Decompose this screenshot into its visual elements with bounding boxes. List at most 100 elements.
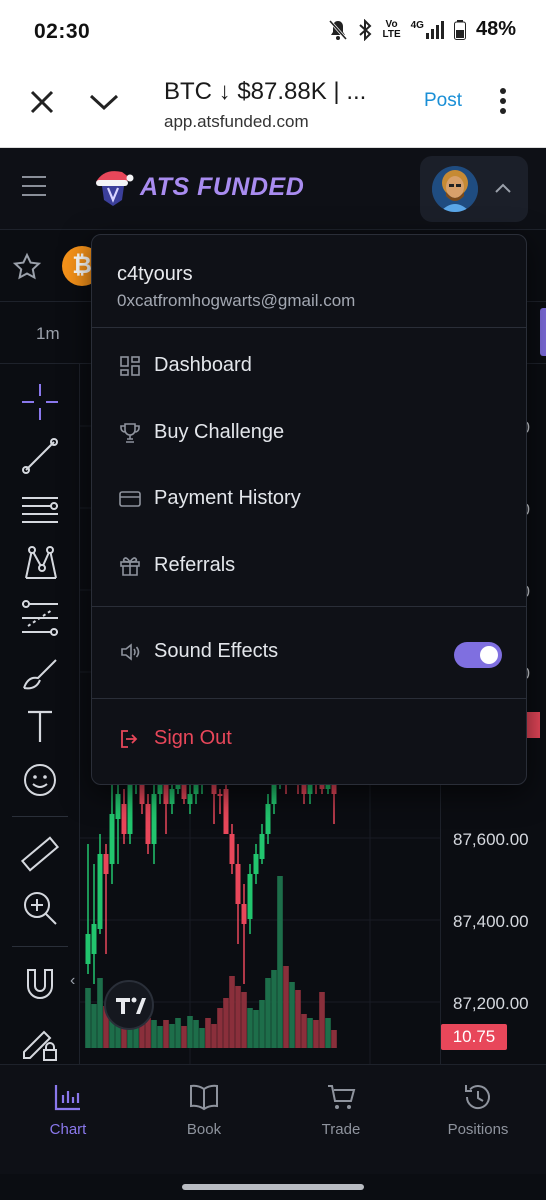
- collapse-toolbar-icon[interactable]: ‹: [70, 972, 75, 990]
- user-menu-button[interactable]: [420, 156, 528, 222]
- sound-effects-row[interactable]: Sound Effects: [92, 624, 526, 680]
- candle-body: [91, 924, 97, 954]
- crosshair-icon[interactable]: [18, 380, 62, 424]
- mute-bell-icon: [329, 19, 348, 40]
- ruler-icon[interactable]: [18, 832, 62, 876]
- volume-bar: [205, 1018, 211, 1048]
- brush-icon[interactable]: [18, 650, 62, 694]
- fib-lines-icon[interactable]: [18, 488, 62, 532]
- page-title: BTC ↓ $87.88K | ...: [164, 78, 367, 105]
- candle-body: [193, 784, 199, 794]
- tradingview-logo-icon[interactable]: [104, 980, 154, 1030]
- gesture-home-bar[interactable]: [182, 1184, 364, 1190]
- chevron-down-icon[interactable]: [88, 92, 120, 112]
- nav-trade-label: Trade: [321, 1121, 361, 1138]
- drawing-toolbar: [0, 364, 80, 1064]
- menu-item-dashboard[interactable]: Dashboard: [92, 338, 526, 394]
- volume-bar: [91, 1004, 97, 1048]
- timeframe-selector[interactable]: 1m: [36, 324, 60, 344]
- dashboard-icon: [120, 356, 140, 376]
- menu-item-referrals[interactable]: Referrals: [92, 538, 526, 594]
- volume-bar: [217, 1008, 223, 1048]
- status-bar: 02:30 Vo LTE 4G 48%: [0, 0, 546, 62]
- nav-chart-label: Chart: [49, 1121, 87, 1138]
- pattern-icon[interactable]: [18, 542, 62, 586]
- trend-line-icon[interactable]: [18, 434, 62, 478]
- candle-body: [247, 874, 253, 919]
- menu-item-payment-history[interactable]: Payment History: [92, 471, 526, 527]
- volume-bar: [259, 1000, 265, 1048]
- volume-bar: [265, 978, 271, 1048]
- candle-body: [229, 834, 235, 864]
- menu-item-label: Dashboard: [154, 354, 252, 376]
- close-icon[interactable]: [28, 88, 56, 116]
- book-icon: [190, 1084, 218, 1111]
- volume-bar: [247, 1008, 253, 1048]
- page-url[interactable]: app.atsfunded.com: [164, 112, 309, 132]
- signal-icon: 4G: [410, 19, 444, 39]
- network-type: 4G: [410, 19, 424, 31]
- volume-bar: [235, 986, 241, 1048]
- favorite-star-icon[interactable]: [12, 252, 42, 282]
- battery-level: 48%: [475, 18, 516, 40]
- toggle-knob: [480, 646, 498, 664]
- volume-bar: [175, 1018, 181, 1048]
- candle-body: [331, 784, 337, 794]
- bluetooth-icon: [359, 18, 372, 41]
- volume-bar: [211, 1024, 217, 1048]
- dropdown-email: 0xcatfromhogwarts@gmail.com: [117, 291, 356, 310]
- volume-bar: [151, 1020, 157, 1048]
- price-label: 87,600.00: [453, 830, 529, 849]
- brand-name: ATS FUNDED: [140, 172, 305, 201]
- candle-body: [127, 784, 133, 834]
- volume-bar: [301, 1014, 307, 1048]
- price-label: 87,200.00: [453, 994, 529, 1013]
- menu-icon[interactable]: [22, 176, 46, 198]
- more-options-icon[interactable]: [498, 88, 508, 116]
- gift-icon: [120, 557, 140, 576]
- volume-bar: [241, 992, 247, 1048]
- candle-body: [109, 814, 115, 864]
- sound-effects-toggle[interactable]: [454, 642, 502, 668]
- volte-icon: Vo LTE: [382, 18, 401, 40]
- volume-bar: [289, 982, 295, 1048]
- nav-positions-label: Positions: [447, 1121, 509, 1138]
- volume-bar: [223, 998, 229, 1048]
- dropdown-divider: [92, 327, 526, 328]
- status-time: 02:30: [34, 20, 91, 43]
- post-button[interactable]: Post: [424, 90, 462, 112]
- volume-bar: [97, 978, 103, 1048]
- volume-bar: [169, 1024, 175, 1048]
- forecast-icon[interactable]: [18, 596, 62, 640]
- emoji-icon[interactable]: [18, 758, 62, 802]
- volume-bar: [229, 976, 235, 1048]
- dropdown-username: c4tyours: [117, 263, 193, 285]
- menu-item-buy-challenge[interactable]: Buy Challenge: [92, 405, 526, 461]
- volume-tag: 10.75: [441, 1024, 507, 1050]
- nav-positions[interactable]: Positions: [410, 1081, 546, 1138]
- app-screen: 02:30 Vo LTE 4G 48% BTC ↓ $87.88K | ... a…: [0, 0, 546, 1200]
- candle-body: [253, 854, 259, 874]
- volume-bar: [313, 1020, 319, 1048]
- zoom-in-icon[interactable]: [18, 886, 62, 930]
- candle-body: [121, 804, 127, 834]
- avatar: [432, 166, 478, 212]
- nav-book[interactable]: Book: [136, 1081, 272, 1138]
- text-tool-icon[interactable]: [18, 704, 62, 748]
- avatar-portrait-icon: [432, 166, 478, 212]
- status-icons: Vo LTE 4G 48%: [328, 18, 516, 41]
- sign-out-button[interactable]: Sign Out: [92, 711, 526, 767]
- magnet-icon[interactable]: [18, 962, 62, 1006]
- volume-bar: [187, 1016, 193, 1048]
- bottom-nav: Chart Book Trade Positions: [0, 1064, 546, 1174]
- volume-bar: [85, 988, 91, 1048]
- bar-chart-icon: [54, 1085, 80, 1111]
- volume-bar: [271, 970, 277, 1048]
- tool-divider: [12, 946, 68, 947]
- lock-drawing-icon[interactable]: [18, 1020, 62, 1064]
- nav-chart[interactable]: Chart: [0, 1081, 136, 1138]
- brand-logo[interactable]: ATS FUNDED: [92, 166, 304, 208]
- candle-body: [115, 794, 121, 819]
- nav-trade[interactable]: Trade: [273, 1081, 409, 1138]
- speaker-icon: [121, 643, 140, 661]
